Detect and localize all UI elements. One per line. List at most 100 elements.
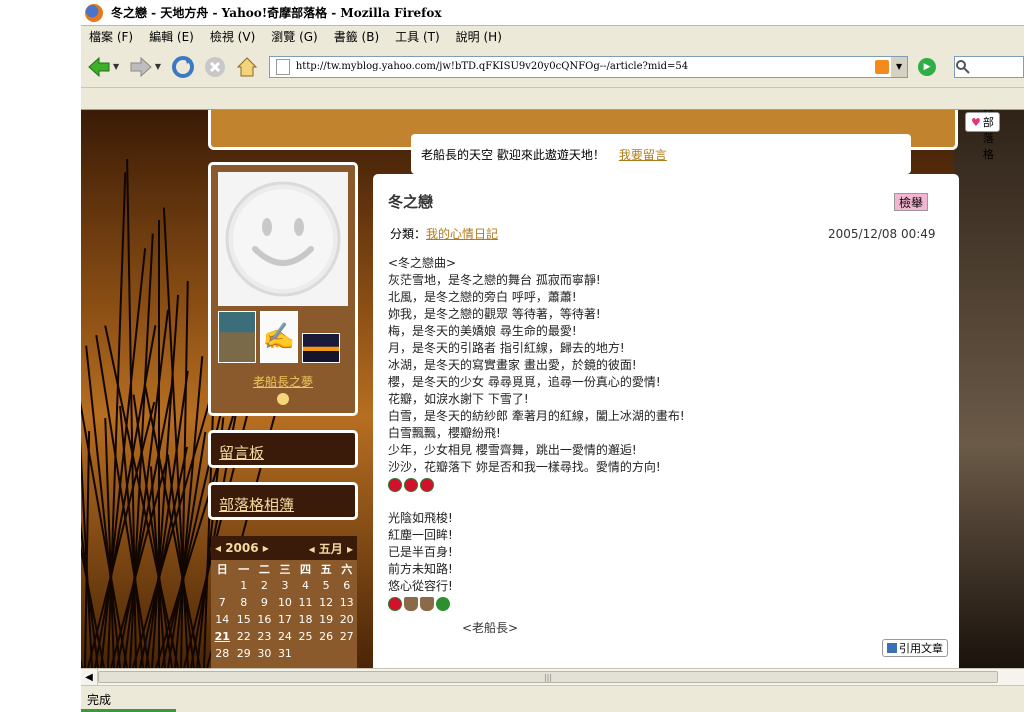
calendar-day[interactable]: 14: [211, 611, 234, 628]
photo-thumbnails: ✍: [218, 311, 340, 363]
poem-line: 光陰如飛梭!: [388, 511, 453, 525]
post-date: 2005/12/08 00:49: [828, 227, 936, 241]
rose-icon: [388, 596, 402, 611]
subscribe-blog-button[interactable]: ♥ 訂閱部落格: [965, 110, 1000, 161]
back-button[interactable]: [85, 53, 113, 81]
go-icon[interactable]: ▶: [918, 57, 937, 76]
coffee-cup-icon: [420, 596, 434, 611]
calendar-day[interactable]: 20: [336, 611, 357, 628]
rose-emoji-row: [388, 476, 685, 493]
calendar-day[interactable]: 7: [211, 594, 234, 611]
calendar-day: [295, 645, 316, 662]
emoji-row: [388, 595, 685, 612]
calendar-day[interactable]: 9: [254, 594, 275, 611]
back-dropdown[interactable]: ▼: [113, 62, 123, 71]
forward-button[interactable]: [127, 53, 155, 81]
calendar-day[interactable]: 24: [275, 628, 296, 645]
rss-icon[interactable]: [875, 59, 890, 74]
calendar-day[interactable]: 17: [275, 611, 296, 628]
calendar-weekday: 二: [258, 562, 270, 576]
guestbook-panel[interactable]: 留言板: [208, 430, 358, 468]
calendar-day[interactable]: 30: [254, 645, 275, 662]
welcome-banner: 老船長的天空 歡迎來此遨遊天地！ 我要留言: [411, 134, 911, 174]
background-scenery: [954, 110, 1024, 668]
calendar-day[interactable]: 10: [275, 594, 296, 611]
calendar-day[interactable]: 21: [211, 628, 234, 645]
calendar-day: [211, 577, 234, 594]
calendar-weekday: 三: [279, 562, 291, 576]
calendar-day[interactable]: 1: [234, 577, 255, 594]
calendar-day[interactable]: 28: [211, 645, 234, 662]
calendar-day[interactable]: 5: [316, 577, 337, 594]
quote-label: 引用文章: [899, 642, 943, 655]
thumbnail-photo-1[interactable]: [218, 311, 256, 363]
calendar-day[interactable]: 11: [295, 594, 316, 611]
url-text[interactable]: http://tw.myblog.yahoo.com/jw!bTD.qFKISU…: [296, 61, 875, 72]
calendar-day[interactable]: 19: [316, 611, 337, 628]
poem-line: 花瓣，如淚水謝下 下雪了!: [388, 392, 529, 406]
calendar-day[interactable]: 8: [234, 594, 255, 611]
calendar-day[interactable]: 2: [254, 577, 275, 594]
quote-article-button[interactable]: 引用文章: [882, 639, 948, 657]
url-bar[interactable]: http://tw.myblog.yahoo.com/jw!bTD.qFKISU…: [268, 55, 909, 78]
rose-icon: [420, 477, 434, 492]
thumbnail-photo-3[interactable]: [302, 333, 340, 363]
calendar-day[interactable]: 22: [234, 628, 255, 645]
poem-line: 已是半百身!: [388, 545, 453, 559]
calendar-year-nav[interactable]: ◂ 2006 ▸: [215, 541, 269, 555]
calendar-day[interactable]: 13: [336, 594, 357, 611]
calendar-day[interactable]: 23: [254, 628, 275, 645]
poem-line: 前方未知路!: [388, 562, 453, 576]
horizontal-scrollbar[interactable]: ◀ |||: [81, 668, 1024, 685]
calendar-day[interactable]: 18: [295, 611, 316, 628]
calendar-day[interactable]: 27: [336, 628, 357, 645]
menu-edit[interactable]: 編輯 (E): [141, 28, 202, 45]
status-text: 完成: [87, 692, 112, 707]
calendar-day[interactable]: 12: [316, 594, 337, 611]
profile-panel: ✍ 老船長之夢: [208, 162, 358, 416]
calendar-month-nav[interactable]: ◂ 五月 ▸: [309, 540, 353, 557]
menu-bookmarks[interactable]: 書籤 (B): [326, 28, 387, 45]
leave-message-link[interactable]: 我要留言: [619, 146, 667, 163]
calendar-day[interactable]: 29: [234, 645, 255, 662]
avatar[interactable]: [218, 172, 348, 306]
poem-line: 妳我，是冬之戀的觀眾 等待著，等待著!: [388, 307, 601, 321]
blog-album-panel[interactable]: 部落格相簿: [208, 482, 358, 520]
calendar-day: [316, 645, 337, 662]
blog-album-link[interactable]: 部落格相簿: [219, 494, 294, 515]
category-label: 分類：: [390, 227, 427, 241]
calendar-day[interactable]: 3: [275, 577, 296, 594]
thumbnail-photo-2[interactable]: ✍: [260, 311, 298, 363]
menu-help[interactable]: 說明 (H): [448, 28, 510, 45]
calendar-header: ◂ 2006 ▸ ◂ 五月 ▸: [211, 536, 357, 560]
calendar-widget: ◂ 2006 ▸ ◂ 五月 ▸ 日一二三四五六 1 2 3 4 5 6 7 8 9 10 11 12 1…: [211, 536, 357, 668]
home-icon: [236, 56, 258, 76]
calendar-day[interactable]: 25: [295, 628, 316, 645]
url-dropdown-button[interactable]: ▼: [891, 56, 908, 77]
calendar-day[interactable]: 6: [336, 577, 357, 594]
report-button[interactable]: 檢舉: [894, 193, 929, 211]
guestbook-link[interactable]: 留言板: [219, 442, 264, 463]
search-input[interactable]: [954, 55, 1024, 78]
blog-owner-link[interactable]: 老船長之夢: [211, 373, 355, 390]
scroll-left-arrow-icon[interactable]: ◀: [81, 669, 98, 685]
menu-tools[interactable]: 工具 (T): [387, 28, 448, 45]
calendar-day[interactable]: 26: [316, 628, 337, 645]
menu-view[interactable]: 檢視 (V): [202, 28, 263, 45]
category-link[interactable]: 我的心情日記: [426, 227, 498, 241]
menu-go[interactable]: 瀏覽 (G): [263, 28, 325, 45]
author-signature: <老船長>: [462, 621, 519, 635]
forward-dropdown[interactable]: ▼: [155, 62, 165, 71]
poem-line: 悠心從容行!: [388, 579, 453, 593]
home-button[interactable]: [233, 53, 261, 81]
calendar-day[interactable]: 31: [275, 645, 296, 662]
menu-bar: 檔案 (F) 編輯 (E) 檢視 (V) 瀏覽 (G) 書籤 (B) 工具 (T…: [81, 26, 1024, 46]
calendar-day[interactable]: 4: [295, 577, 316, 594]
calendar-day: [336, 645, 357, 662]
menu-file[interactable]: 檔案 (F): [81, 28, 141, 45]
calendar-day[interactable]: 15: [234, 611, 255, 628]
calendar-day[interactable]: 16: [254, 611, 275, 628]
stop-button[interactable]: [201, 53, 229, 81]
scrollbar-thumb[interactable]: |||: [98, 671, 998, 683]
reload-button[interactable]: [169, 53, 197, 81]
